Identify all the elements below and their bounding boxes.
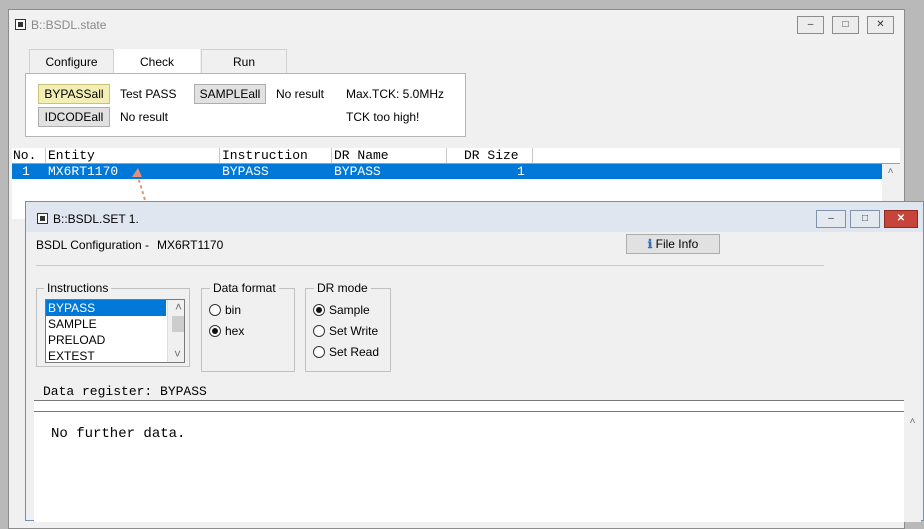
list-item[interactable]: BYPASS [46,300,166,316]
max-tck-label: Max.TCK: 5.0MHz [346,87,445,101]
radio-bin[interactable]: bin [209,303,241,317]
scroll-thumb[interactable] [172,316,184,332]
chevron-up-icon[interactable]: ˄ [170,300,184,315]
row-instruction: BYPASS [222,164,269,179]
bypassall-button[interactable]: BYPASSall [38,84,110,104]
instructions-listbox[interactable]: BYPASS SAMPLE PRELOAD EXTEST ˄ ˅ [45,299,185,363]
column-header-instruction[interactable]: Instruction [222,148,308,163]
tab-check[interactable]: Check [114,49,200,74]
tab-configure[interactable]: Configure [29,49,114,74]
chevron-up-icon[interactable]: ˄ [910,416,916,427]
tab-run[interactable]: Run [201,49,287,74]
maximize-icon[interactable]: □ [832,16,859,34]
data-register-label: Data register: BYPASS [43,384,207,399]
file-info-button[interactable]: ℹ File Info [626,234,720,254]
instructions-group: Instructions BYPASS SAMPLE PRELOAD EXTES… [36,281,190,367]
window-icon [15,19,26,30]
data-format-legend: Data format [210,281,279,295]
radio-sample[interactable]: Sample [313,303,370,317]
table-header: No. Entity Instruction DR Name DR Size [12,148,900,164]
radio-hex[interactable]: hex [209,324,244,338]
instructions-scrollbar[interactable]: ˄ ˅ [167,300,184,362]
column-header-dr-size[interactable]: DR Size [464,148,519,163]
minimize-icon[interactable]: – [797,16,824,34]
row-dr-size: 1 [517,164,525,179]
radio-set-write[interactable]: Set Write [313,324,378,338]
main-titlebar[interactable]: B::BSDL.state – □ ✕ [9,10,904,40]
window-icon [37,213,48,224]
dr-mode-legend: DR mode [314,281,371,295]
data-format-group: Data format bin hex [201,281,295,372]
row-entity: MX6RT1170 [48,164,119,179]
dr-mode-group: DR mode Sample Set Write Set Read [305,281,391,372]
close-icon[interactable]: ✕ [867,16,894,34]
bsdl-config-label: BSDL Configuration - [36,238,149,252]
data-scrollbar[interactable]: ˄ [904,412,921,522]
check-panel: BYPASSall Test PASS SAMPLEall No result … [25,73,466,137]
sample-result: No result [276,87,325,101]
popup-titlebar[interactable]: B::BSDL.SET 1. – □ ✕ [26,202,923,232]
no-further-data-message: No further data. [51,426,186,442]
close-icon[interactable]: ✕ [884,210,918,228]
data-area: No further data. [34,412,904,522]
tck-status: TCK too high! [346,110,420,124]
bypass-result: Test PASS [120,87,177,101]
popup-window-title: B::BSDL.SET 1. [53,212,139,226]
minimize-icon[interactable]: – [816,210,846,228]
main-window-title: B::BSDL.state [31,18,107,32]
sampleall-button[interactable]: SAMPLEall [194,84,266,104]
list-item[interactable]: PRELOAD [46,332,166,348]
row-no: 1 [22,164,30,179]
data-register-header: Data register: BYPASS [34,383,904,401]
info-icon: ℹ [647,237,653,251]
data-register-divider [34,401,904,412]
list-item[interactable]: EXTEST [46,348,166,362]
column-header-entity[interactable]: Entity [48,148,95,163]
divider [36,265,824,266]
column-header-dr-name[interactable]: DR Name [334,148,389,163]
maximize-icon[interactable]: □ [850,210,880,228]
instructions-legend: Instructions [44,281,112,295]
idcode-result: No result [120,110,169,124]
radio-set-read[interactable]: Set Read [313,345,379,359]
chevron-down-icon[interactable]: ˅ [168,347,184,362]
bsdl-set-window: B::BSDL.SET 1. – □ ✕ BSDL Configuration … [25,201,924,522]
entity-name: MX6RT1170 [157,238,224,252]
row-dr-name: BYPASS [334,164,381,179]
list-item[interactable]: SAMPLE [46,316,166,332]
chevron-up-icon[interactable]: ˄ [888,166,894,177]
column-header-no[interactable]: No. [13,148,36,163]
idcodeall-button[interactable]: IDCODEall [38,107,110,127]
